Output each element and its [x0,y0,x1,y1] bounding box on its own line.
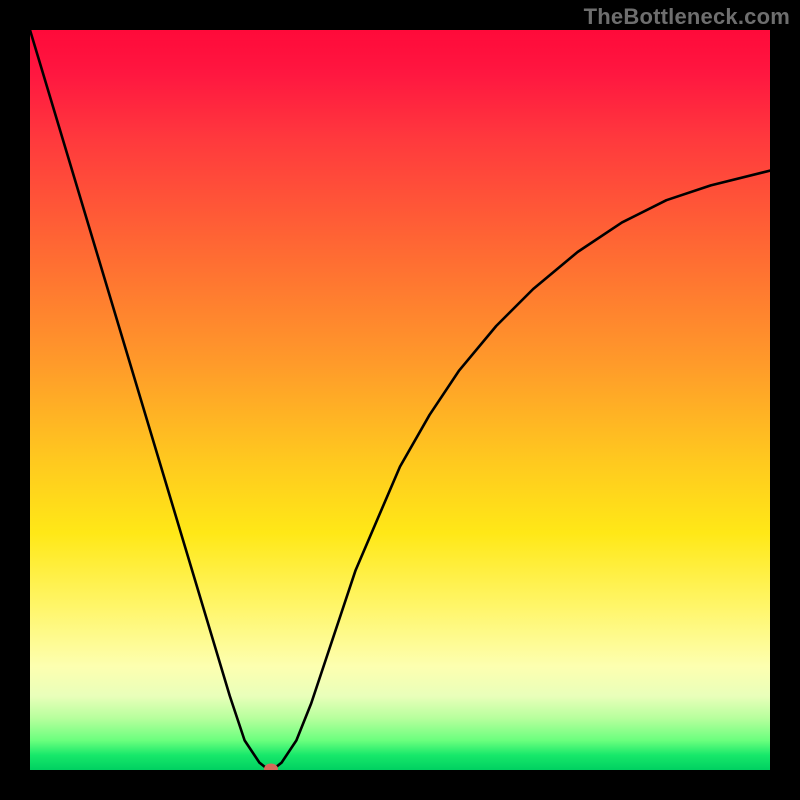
curve-svg [30,30,770,770]
plot-area [30,30,770,770]
watermark-text: TheBottleneck.com [584,4,790,30]
bottleneck-curve [30,30,770,769]
chart-frame: TheBottleneck.com [0,0,800,800]
optimum-marker-icon [264,763,278,770]
